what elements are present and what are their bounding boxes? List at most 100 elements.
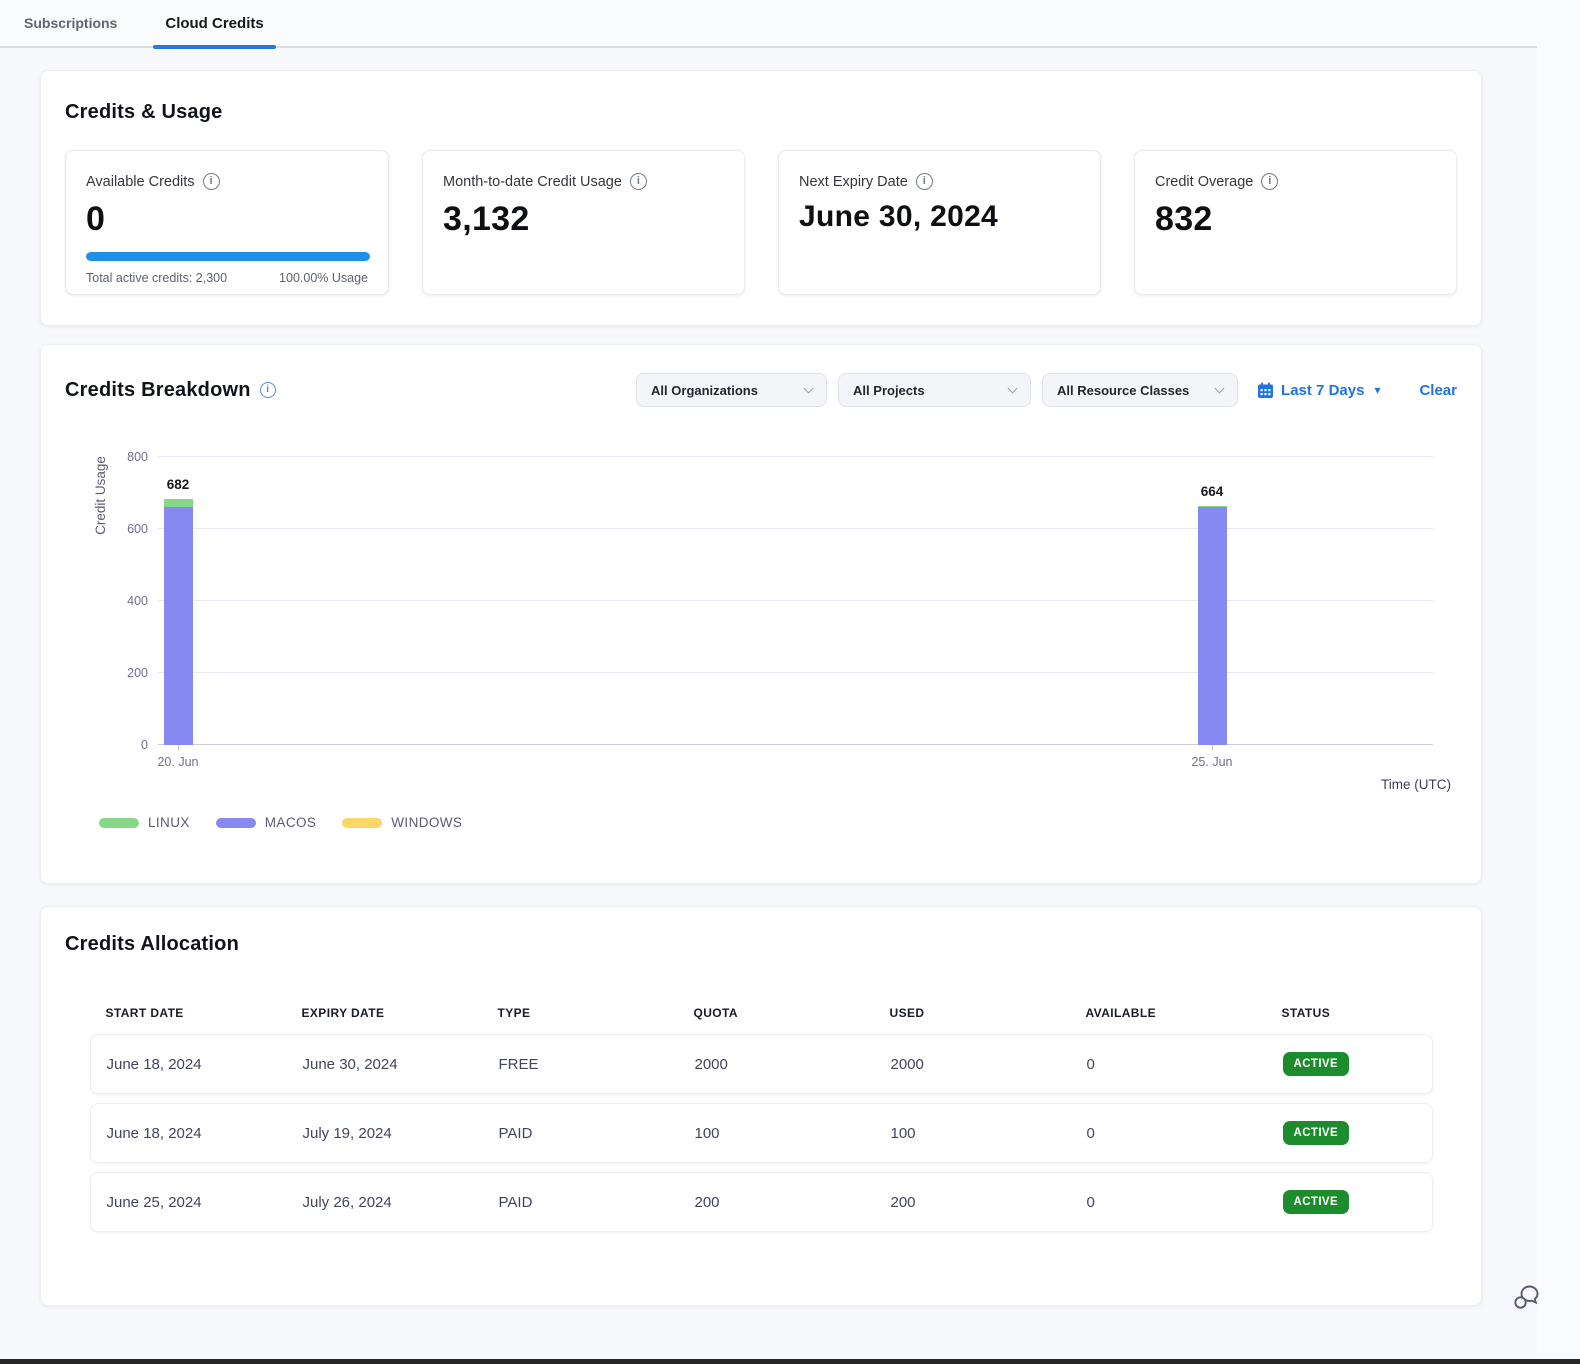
- bar-segment-macos: [1198, 507, 1227, 745]
- cell-used: 2000: [875, 1056, 1071, 1073]
- caret-down-icon: ▾: [1374, 383, 1380, 397]
- x-tick-mark: [1212, 745, 1213, 751]
- mtd-usage-card: Month-to-date Credit Usage i 3,132: [422, 150, 745, 295]
- table-header-row: START DATE EXPIRY DATE TYPE QUOTA USED A…: [90, 1006, 1433, 1034]
- x-tick-mark: [178, 745, 179, 751]
- x-axis-title: Time (UTC): [1381, 777, 1451, 792]
- legend-label-windows: WINDOWS: [391, 815, 462, 830]
- y-tick-label: 200: [104, 666, 148, 680]
- cell-expiry-date: June 30, 2024: [287, 1056, 483, 1073]
- credits-usage-title: Credits & Usage: [65, 101, 1457, 124]
- cell-available: 0: [1071, 1125, 1267, 1142]
- next-expiry-label: Next Expiry Date: [799, 174, 908, 190]
- bar-value-label: 682: [148, 477, 208, 492]
- organizations-select-value: All Organizations: [651, 383, 758, 398]
- gridline-600: [158, 528, 1433, 529]
- right-gutter: [1537, 0, 1580, 1364]
- tab-cloud-credits[interactable]: Cloud Credits: [141, 0, 287, 47]
- gridline-400: [158, 600, 1433, 601]
- legend-item-linux[interactable]: LINUX: [99, 815, 190, 830]
- clear-filters-button[interactable]: Clear: [1419, 382, 1457, 399]
- window-bottom-edge: [0, 1359, 1580, 1364]
- available-credits-label: Available Credits: [86, 174, 195, 190]
- credit-usage-progress-track: [86, 252, 370, 261]
- info-icon[interactable]: i: [630, 173, 647, 190]
- col-type: TYPE: [482, 1006, 678, 1020]
- status-badge: ACTIVE: [1283, 1190, 1350, 1214]
- chart-legend: LINUX MACOS WINDOWS: [99, 815, 462, 830]
- cell-expiry-date: July 26, 2024: [287, 1194, 483, 1211]
- macos-swatch: [216, 818, 256, 828]
- bar-segment-linux: [164, 499, 193, 507]
- resource-classes-select[interactable]: All Resource Classes: [1042, 373, 1238, 407]
- table-row: June 25, 2024 July 26, 2024 PAID 200 200…: [90, 1172, 1433, 1232]
- next-expiry-value: June 30, 2024: [799, 200, 1080, 234]
- tab-subscriptions[interactable]: Subscriptions: [0, 0, 141, 47]
- table-row: June 18, 2024 July 19, 2024 PAID 100 100…: [90, 1103, 1433, 1163]
- credits-allocation-section: Credits Allocation START DATE EXPIRY DAT…: [40, 906, 1482, 1306]
- linux-swatch: [99, 818, 139, 828]
- y-tick-label: 400: [104, 594, 148, 608]
- credit-overage-card: Credit Overage i 832: [1134, 150, 1457, 295]
- cell-type: FREE: [483, 1056, 679, 1073]
- credits-breakdown-title: Credits Breakdown: [65, 379, 251, 402]
- cell-quota: 2000: [679, 1056, 875, 1073]
- tab-bar: Subscriptions Cloud Credits: [0, 0, 1537, 48]
- cell-type: PAID: [483, 1125, 679, 1142]
- cell-quota: 100: [679, 1125, 875, 1142]
- credit-usage-progress-fill: [86, 252, 370, 261]
- calendar-icon: [1257, 382, 1274, 399]
- info-icon[interactable]: i: [1261, 173, 1278, 190]
- x-tick-label: 25. Jun: [1177, 755, 1247, 769]
- cell-start-date: June 18, 2024: [91, 1125, 287, 1142]
- col-used: USED: [874, 1006, 1070, 1020]
- credits-allocation-table: START DATE EXPIRY DATE TYPE QUOTA USED A…: [90, 1006, 1433, 1232]
- status-badge: ACTIVE: [1283, 1052, 1350, 1076]
- chart-bar-25-jun: [1198, 506, 1227, 745]
- col-quota: QUOTA: [678, 1006, 874, 1020]
- status-badge: ACTIVE: [1283, 1121, 1350, 1145]
- mtd-usage-label: Month-to-date Credit Usage: [443, 174, 622, 190]
- available-credits-card: Available Credits i 0 Total active credi…: [65, 150, 389, 295]
- credits-allocation-title: Credits Allocation: [65, 933, 1457, 956]
- info-icon[interactable]: i: [203, 173, 220, 190]
- tab-subscriptions-label: Subscriptions: [24, 15, 117, 31]
- cell-used: 200: [875, 1194, 1071, 1211]
- cell-start-date: June 25, 2024: [91, 1194, 287, 1211]
- bar-value-label: 664: [1182, 484, 1242, 499]
- credits-breakdown-section: Credits Breakdown i All Organizations Al…: [40, 344, 1482, 884]
- metric-cards-row: Available Credits i 0 Total active credi…: [65, 150, 1457, 295]
- date-range-value: Last 7 Days: [1281, 382, 1364, 399]
- legend-item-windows[interactable]: WINDOWS: [342, 815, 462, 830]
- credit-overage-value: 832: [1155, 200, 1436, 239]
- projects-select[interactable]: All Projects: [838, 373, 1031, 407]
- gridline-0: [158, 744, 1433, 745]
- chevron-down-icon: [1215, 384, 1225, 394]
- col-available: AVAILABLE: [1070, 1006, 1266, 1020]
- mtd-usage-value: 3,132: [443, 200, 724, 239]
- cell-available: 0: [1071, 1194, 1267, 1211]
- legend-label-macos: MACOS: [265, 815, 317, 830]
- date-range-picker[interactable]: Last 7 Days ▾: [1257, 382, 1380, 399]
- legend-label-linux: LINUX: [148, 815, 190, 830]
- col-status: STATUS: [1266, 1006, 1433, 1020]
- info-icon[interactable]: i: [260, 382, 276, 398]
- total-active-credits-text: Total active credits: 2,300: [86, 271, 227, 285]
- info-icon[interactable]: i: [916, 173, 933, 190]
- chat-bubble-icon: [1515, 1287, 1537, 1308]
- cell-available: 0: [1071, 1056, 1267, 1073]
- chat-support-button[interactable]: [1510, 1280, 1544, 1314]
- y-tick-label: 600: [104, 522, 148, 536]
- legend-item-macos[interactable]: MACOS: [216, 815, 317, 830]
- gridline-200: [158, 672, 1433, 673]
- cell-type: PAID: [483, 1194, 679, 1211]
- bar-segment-macos: [164, 507, 193, 745]
- cell-expiry-date: July 19, 2024: [287, 1125, 483, 1142]
- tab-cloud-credits-label: Cloud Credits: [165, 15, 263, 32]
- organizations-select[interactable]: All Organizations: [636, 373, 827, 407]
- available-credits-value: 0: [86, 200, 368, 239]
- col-start-date: START DATE: [90, 1006, 286, 1020]
- chevron-down-icon: [1008, 384, 1018, 394]
- chevron-down-icon: [804, 384, 814, 394]
- next-expiry-card: Next Expiry Date i June 30, 2024: [778, 150, 1101, 295]
